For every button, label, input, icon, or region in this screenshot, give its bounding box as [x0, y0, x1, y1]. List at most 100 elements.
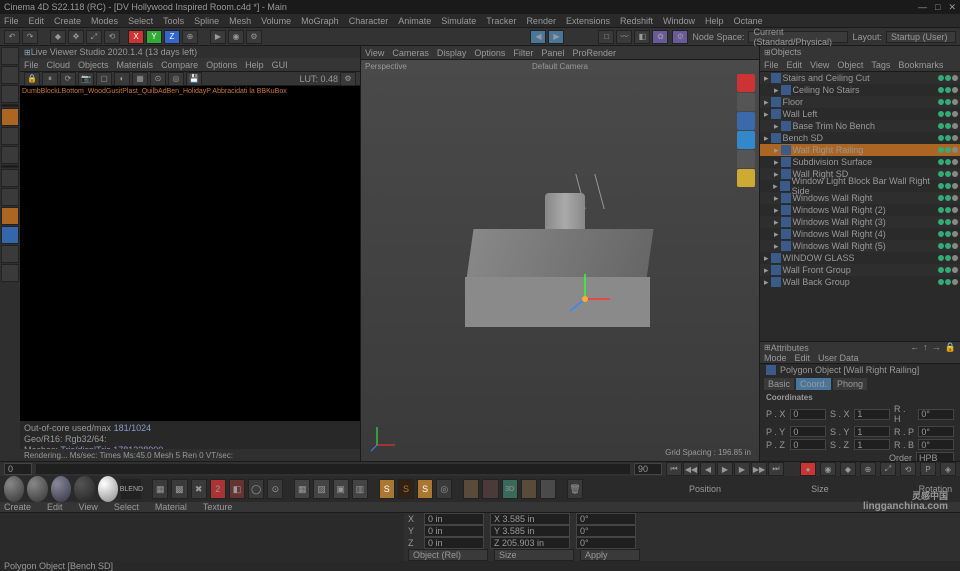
undo-button[interactable]: ↶ [4, 30, 20, 44]
timeline-nextframe-button[interactable]: ▶ [734, 462, 750, 476]
timeline-end-field[interactable]: 90 [634, 463, 662, 475]
env-2-icon[interactable] [482, 479, 498, 499]
lv-clay-button[interactable]: ◐ [114, 72, 130, 86]
visibility-dot-0[interactable] [938, 183, 944, 189]
vp-nav-rotate-icon[interactable] [737, 74, 755, 92]
obj-menu-tags[interactable]: Tags [871, 60, 890, 70]
visibility-dot-1[interactable] [945, 123, 951, 129]
tree-row[interactable]: ▸Wall Right Railing [760, 144, 960, 156]
lv-refresh-button[interactable]: ⟳ [60, 72, 76, 86]
edge-mode-tool[interactable] [1, 127, 19, 145]
obj-menu-file[interactable]: File [764, 60, 779, 70]
attr-field-input[interactable]: 0 [790, 439, 826, 450]
obj-menu-view[interactable]: View [810, 60, 829, 70]
lv-lock-button[interactable]: 🔒 [24, 72, 40, 86]
visibility-dot-0[interactable] [938, 123, 944, 129]
visibility-dot-0[interactable] [938, 267, 944, 273]
vp-menu-view[interactable]: View [365, 48, 384, 58]
coord-system-button[interactable]: ⊕ [182, 30, 198, 44]
node-space-dropdown[interactable]: Current (Standard/Physical) [748, 31, 848, 43]
attr-tab-basic[interactable]: Basic [764, 378, 794, 390]
lv-settings-button[interactable]: ⚙ [340, 72, 356, 86]
render-view-button[interactable]: ▶ [210, 30, 226, 44]
project-settings-icon[interactable]: ⚙ [672, 30, 688, 44]
timeline-nextkey-button[interactable]: ▶▶ [751, 462, 767, 476]
main-viewport[interactable]: Perspective Default Camera [361, 60, 759, 461]
material-slot-2[interactable] [27, 476, 47, 502]
layout-dropdown[interactable]: Startup (User) [886, 31, 956, 43]
nav-next-button[interactable]: ▶ [548, 30, 564, 44]
polygon-mode-tool[interactable] [1, 146, 19, 164]
menu-mesh[interactable]: Mesh [229, 16, 251, 26]
menu-render[interactable]: Render [526, 16, 556, 26]
menu-tracker[interactable]: Tracker [486, 16, 516, 26]
coord-rot-field[interactable]: 0° [576, 513, 636, 525]
primitive-cube-button[interactable]: □ [598, 30, 614, 44]
maximize-icon[interactable]: □ [935, 2, 940, 13]
tree-row[interactable]: ▸Windows Wall Right (2) [760, 204, 960, 216]
vp-nav-pan-icon[interactable] [737, 93, 755, 111]
mat-menu-material[interactable]: Material [155, 502, 187, 512]
rotate-tool[interactable]: ⟲ [104, 30, 120, 44]
expand-icon[interactable]: ▸ [764, 109, 769, 120]
attr-field-input[interactable]: 0° [918, 409, 954, 420]
vp-menu-options[interactable]: Options [474, 48, 505, 58]
lv-menu-options[interactable]: Options [206, 60, 237, 70]
material-slot-4[interactable] [74, 476, 94, 502]
coord-rot-field[interactable]: 0° [576, 525, 636, 537]
menu-tools[interactable]: Tools [163, 16, 184, 26]
rot-key-button[interactable]: ⟲ [900, 462, 916, 476]
tree-row[interactable]: ▸Base Trim No Bench [760, 120, 960, 132]
visibility-dot-1[interactable] [945, 267, 951, 273]
timeline-track[interactable] [36, 464, 630, 474]
param-key-button[interactable]: P [920, 462, 936, 476]
obj-menu-bookmarks[interactable]: Bookmarks [898, 60, 943, 70]
coord-pos-field[interactable]: 0 in [424, 537, 484, 549]
tex-2-icon[interactable]: ▨ [313, 479, 329, 499]
attr-tab-coord[interactable]: Coord. [796, 378, 831, 390]
visibility-dot-0[interactable] [938, 195, 944, 201]
menu-file[interactable]: File [4, 16, 19, 26]
menu-redshift[interactable]: Redshift [620, 16, 653, 26]
visibility-dot-2[interactable] [952, 135, 958, 141]
lv-menu-help[interactable]: Help [245, 60, 264, 70]
autokey-button[interactable]: ◉ [820, 462, 836, 476]
expand-icon[interactable]: ▸ [764, 73, 769, 84]
visibility-dot-2[interactable] [952, 255, 958, 261]
expand-icon[interactable]: ▸ [774, 241, 779, 252]
keyframe-sel-button[interactable]: ◆ [840, 462, 856, 476]
visibility-dot-2[interactable] [952, 87, 958, 93]
object-tree[interactable]: ▸Stairs and Ceiling Cut▸Ceiling No Stair… [760, 72, 960, 341]
visibility-dot-0[interactable] [938, 159, 944, 165]
timeline-play-button[interactable]: ▶ [717, 462, 733, 476]
tree-row[interactable]: ▸Bench SD [760, 132, 960, 144]
attr-tab-phong[interactable]: Phong [833, 378, 867, 390]
coord-size-field[interactable]: Z 205.903 in [490, 537, 570, 549]
tree-row[interactable]: ▸Window Light Block Bar Wall Right Side [760, 180, 960, 192]
lv-pause-button[interactable]: ⏸ [42, 72, 58, 86]
expand-icon[interactable]: ▸ [774, 217, 779, 228]
visibility-dot-2[interactable] [952, 267, 958, 273]
env-4-icon[interactable] [521, 479, 537, 499]
attr-field-input[interactable]: 1 [854, 409, 890, 420]
visibility-dot-0[interactable] [938, 111, 944, 117]
visibility-dot-1[interactable] [945, 195, 951, 201]
live-select-tool[interactable]: ◆ [50, 30, 66, 44]
tree-row[interactable]: ▸Floor [760, 96, 960, 108]
visibility-dot-2[interactable] [952, 159, 958, 165]
lv-focus-button[interactable]: ◎ [168, 72, 184, 86]
expand-icon[interactable]: ▸ [764, 253, 769, 264]
attr-field-input[interactable]: 1 [854, 439, 890, 450]
redo-button[interactable]: ↷ [22, 30, 38, 44]
expand-icon[interactable]: ▸ [764, 97, 769, 108]
visibility-dot-0[interactable] [938, 87, 944, 93]
visibility-dot-1[interactable] [945, 135, 951, 141]
expand-icon[interactable]: ▸ [774, 121, 779, 132]
viewport-solo-tool[interactable] [1, 188, 19, 206]
env-5-icon[interactable] [540, 479, 556, 499]
coord-rot-field[interactable]: 0° [576, 537, 636, 549]
pla-key-button[interactable]: ◈ [940, 462, 956, 476]
lv-save-button[interactable]: 💾 [186, 72, 202, 86]
visibility-dot-0[interactable] [938, 279, 944, 285]
menu-octane[interactable]: Octane [734, 16, 763, 26]
